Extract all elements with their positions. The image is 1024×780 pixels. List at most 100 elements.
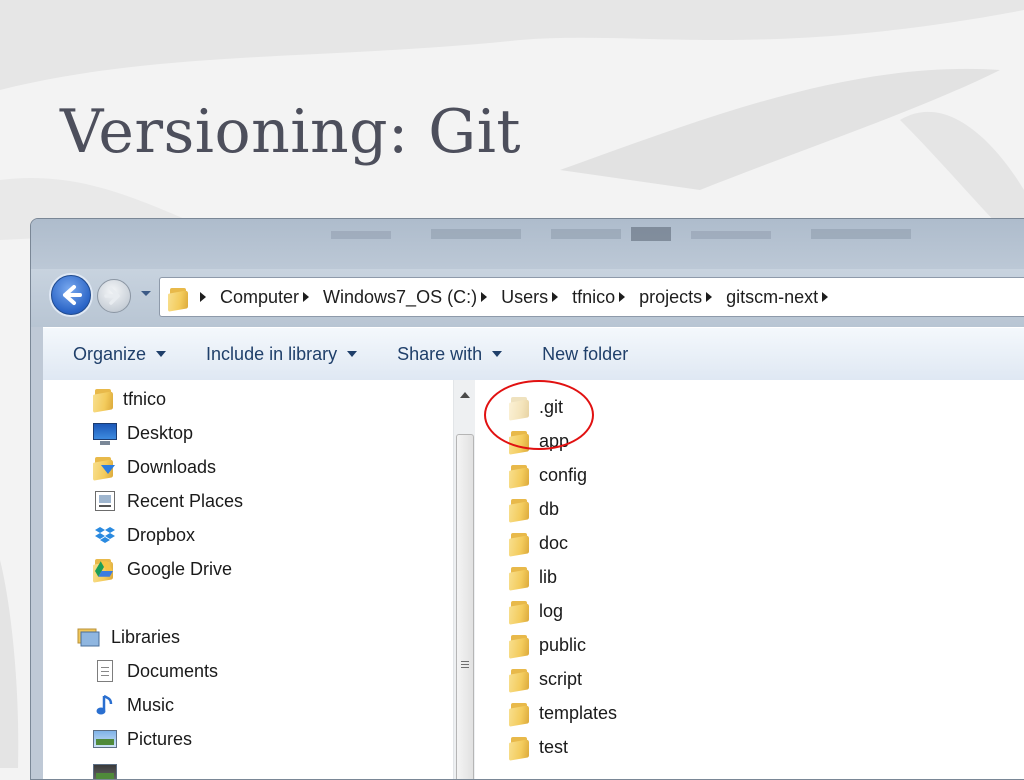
- file-item-script[interactable]: script: [509, 662, 582, 696]
- dropbox-icon: [93, 523, 117, 547]
- back-button[interactable]: [51, 275, 91, 315]
- breadcrumb-item[interactable]: tfnico: [548, 287, 615, 308]
- nav-item-documents[interactable]: Documents: [93, 654, 218, 688]
- scrollbar-thumb[interactable]: [456, 434, 474, 779]
- folder-icon: [509, 429, 531, 455]
- file-item-test[interactable]: test: [509, 730, 568, 764]
- folder-icon: [509, 531, 531, 557]
- breadcrumb-item[interactable]: Users: [477, 287, 548, 308]
- nav-item-music[interactable]: Music: [93, 688, 174, 722]
- breadcrumb-label: tfnico: [572, 286, 616, 307]
- libraries-icon: [77, 625, 101, 649]
- forward-arrow-icon: [104, 287, 120, 305]
- nav-item-recent-places[interactable]: Recent Places: [93, 484, 243, 518]
- nav-item-pictures[interactable]: Pictures: [93, 722, 192, 756]
- nav-item-label: Downloads: [127, 456, 217, 477]
- downloads-icon: [93, 455, 117, 481]
- file-name: app: [539, 430, 570, 451]
- file-item-log[interactable]: log: [509, 594, 563, 628]
- file-item-templates[interactable]: templates: [509, 696, 617, 730]
- file-item-db[interactable]: db: [509, 492, 559, 526]
- breadcrumb-label: projects: [639, 286, 703, 307]
- nav-item-label: tfnico: [123, 388, 167, 409]
- forward-button[interactable]: [97, 279, 131, 313]
- nav-item-tfnico[interactable]: tfnico: [93, 382, 166, 416]
- navigation-pane-scrollbar[interactable]: [453, 380, 476, 779]
- breadcrumb-label: Users: [501, 286, 549, 307]
- chevron-down-icon: [141, 291, 151, 296]
- nav-item-downloads[interactable]: Downloads: [93, 450, 216, 484]
- chevron-down-icon: [347, 351, 358, 357]
- pictures-icon: [93, 727, 117, 751]
- slide-title: Versioning: Git: [60, 97, 522, 167]
- breadcrumb-item[interactable]: Windows7_OS (C:): [299, 287, 477, 308]
- google-drive-icon: [93, 557, 117, 583]
- breadcrumb-label: Windows7_OS (C:): [323, 286, 478, 307]
- blurred-titlebar-decoration: [331, 227, 911, 241]
- nav-item-videos[interactable]: [93, 756, 127, 779]
- nav-item-label: Documents: [127, 660, 219, 681]
- nav-item-libraries[interactable]: Libraries: [77, 620, 180, 654]
- nav-item-label: Libraries: [111, 626, 181, 647]
- file-item-app[interactable]: app: [509, 424, 569, 458]
- folder-icon: [509, 463, 531, 489]
- nav-item-label: Dropbox: [127, 524, 196, 545]
- videos-icon: [93, 761, 117, 779]
- breadcrumb-label: gitscm-next: [726, 286, 819, 307]
- address-bar[interactable]: Computer Windows7_OS (C:) Users tfnico p…: [159, 277, 1024, 317]
- nav-item-desktop[interactable]: Desktop: [93, 416, 193, 450]
- nav-item-label: Pictures: [127, 728, 193, 749]
- organize-button[interactable]: Organize: [65, 334, 174, 374]
- breadcrumb-item[interactable]: [818, 292, 842, 302]
- nav-item-label: Recent Places: [127, 490, 244, 511]
- explorer-window: Computer Windows7_OS (C:) Users tfnico p…: [30, 218, 1024, 780]
- folder-icon: [509, 633, 531, 659]
- nav-item-label: Google Drive: [127, 558, 233, 579]
- explorer-content: tfnico Desktop Downloads Recent Places D…: [43, 380, 1024, 779]
- chevron-down-icon: [492, 351, 503, 357]
- folder-icon: [93, 387, 115, 413]
- file-name: public: [539, 634, 587, 655]
- scroll-up-arrow-icon[interactable]: [460, 392, 470, 398]
- back-arrow-icon: [63, 285, 82, 305]
- music-icon: [93, 693, 117, 717]
- file-name: config: [539, 464, 588, 485]
- chevron-down-icon: [156, 351, 167, 357]
- folder-icon: [509, 497, 531, 523]
- folder-icon: [168, 286, 190, 312]
- breadcrumb-item[interactable]: gitscm-next: [702, 287, 818, 308]
- navigation-bar: Computer Windows7_OS (C:) Users tfnico p…: [31, 269, 1024, 327]
- window-titlebar: [31, 219, 1024, 269]
- nav-item-google-drive[interactable]: Google Drive: [93, 552, 232, 586]
- file-name: test: [539, 736, 569, 757]
- breadcrumb-label: Computer: [220, 286, 300, 307]
- new-folder-label: New folder: [542, 343, 629, 364]
- nav-item-dropbox[interactable]: Dropbox: [93, 518, 195, 552]
- file-item-public[interactable]: public: [509, 628, 586, 662]
- file-item-doc[interactable]: doc: [509, 526, 568, 560]
- file-item-git[interactable]: .git: [509, 390, 563, 424]
- file-item-config[interactable]: config: [509, 458, 587, 492]
- nav-item-label: Music: [127, 694, 175, 715]
- folder-icon: [509, 565, 531, 591]
- folder-icon: [509, 735, 531, 761]
- share-with-button[interactable]: Share with: [389, 334, 510, 374]
- new-folder-button[interactable]: New folder: [534, 334, 636, 374]
- file-name: log: [539, 600, 564, 621]
- documents-icon: [93, 659, 117, 683]
- file-name: templates: [539, 702, 618, 723]
- recent-pages-button[interactable]: [139, 287, 153, 301]
- folder-icon: [509, 599, 531, 625]
- file-name: db: [539, 498, 560, 519]
- file-item-lib[interactable]: lib: [509, 560, 557, 594]
- share-with-label: Share with: [397, 343, 483, 364]
- breadcrumb-item[interactable]: Computer: [200, 287, 299, 308]
- file-name: .git: [539, 396, 564, 417]
- command-bar: Organize Include in library Share with N…: [43, 327, 1024, 381]
- include-in-library-label: Include in library: [206, 343, 338, 364]
- navigation-pane: tfnico Desktop Downloads Recent Places D…: [43, 380, 453, 779]
- organize-label: Organize: [73, 343, 147, 364]
- include-in-library-button[interactable]: Include in library: [198, 334, 365, 374]
- recent-places-icon: [93, 489, 117, 513]
- breadcrumb-item[interactable]: projects: [615, 287, 702, 308]
